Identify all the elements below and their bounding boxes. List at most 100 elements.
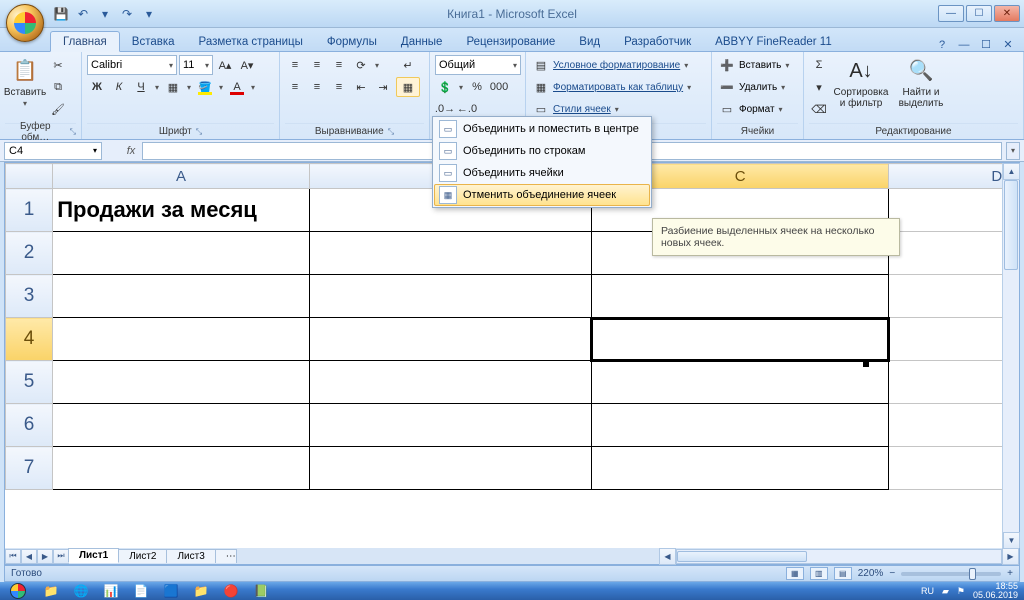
tray-flag-icon[interactable]: ▰	[942, 586, 949, 597]
taskbar-explorer-icon[interactable]: 📁	[36, 582, 66, 600]
name-box[interactable]: C4▾	[4, 142, 102, 160]
cell-c7[interactable]	[591, 447, 889, 490]
row-header-5[interactable]: 5	[6, 361, 53, 404]
sheet-nav-next-icon[interactable]: ▶	[37, 549, 53, 564]
scroll-thumb-v[interactable]	[1004, 180, 1018, 270]
row-header-7[interactable]: 7	[6, 447, 53, 490]
orientation-icon[interactable]: ⟳	[351, 55, 371, 75]
zoom-slider[interactable]	[901, 572, 1001, 576]
scroll-thumb-h[interactable]	[677, 551, 807, 562]
undo-icon[interactable]: ↶	[74, 5, 92, 23]
align-right-icon[interactable]: ≡	[329, 77, 349, 97]
view-page-break-icon[interactable]: ▤	[834, 567, 852, 580]
currency-icon[interactable]: 💲	[435, 77, 455, 97]
font-color-button[interactable]: A	[227, 77, 247, 97]
tab-view[interactable]: Вид	[567, 32, 612, 51]
grow-font-icon[interactable]: A▴	[215, 55, 235, 75]
number-format-combo[interactable]: Общий▾	[435, 55, 521, 75]
qat-customize-icon[interactable]: ▾	[140, 5, 158, 23]
cell-d2[interactable]	[889, 232, 1002, 275]
sort-filter-button[interactable]: A↓ Сортировка и фильтр	[832, 55, 890, 109]
fill-icon[interactable]: ▾	[809, 77, 829, 97]
cell-b7[interactable]	[309, 447, 591, 490]
borders-dropdown-icon[interactable]: ▾	[185, 83, 193, 92]
cell-c4[interactable]	[591, 318, 889, 361]
sheet-nav-prev-icon[interactable]: ◀	[21, 549, 37, 564]
tab-data[interactable]: Данные	[389, 32, 455, 51]
scroll-left-icon[interactable]: ◀	[659, 548, 676, 565]
fill-handle[interactable]	[863, 361, 869, 367]
vertical-scrollbar[interactable]: ▲ ▼	[1002, 163, 1019, 549]
paste-button[interactable]: 📋 Вставить ▾	[5, 55, 45, 109]
cut-icon[interactable]: ✂	[48, 55, 68, 75]
format-as-table-button[interactable]: ▦Форматировать как таблицу▾	[531, 77, 693, 97]
row-header-2[interactable]: 2	[6, 232, 53, 275]
insert-cells-button[interactable]: ➕Вставить▾	[717, 55, 791, 75]
font-size-combo[interactable]: 11▾	[179, 55, 213, 75]
close-button[interactable]: ✕	[994, 5, 1020, 22]
cell-c6[interactable]	[591, 404, 889, 447]
zoom-thumb[interactable]	[969, 568, 976, 580]
undo-dropdown-icon[interactable]: ▾	[96, 5, 114, 23]
merge-across-item[interactable]: ▭Объединить по строкам	[434, 140, 650, 162]
view-page-layout-icon[interactable]: ▥	[810, 567, 828, 580]
format-painter-icon[interactable]: 🖌	[48, 99, 68, 119]
help-icon[interactable]: ?	[934, 39, 950, 51]
sheet-tab-1[interactable]: Лист1	[68, 548, 119, 563]
scroll-right-icon[interactable]: ▶	[1002, 548, 1019, 565]
format-cells-button[interactable]: ▭Формат▾	[717, 99, 785, 119]
row-header-4[interactable]: 4	[6, 318, 53, 361]
cell-b3[interactable]	[309, 275, 591, 318]
taskbar-excel-icon[interactable]: 📗	[246, 582, 276, 600]
orientation-dropdown-icon[interactable]: ▾	[373, 61, 381, 70]
percent-icon[interactable]: %	[467, 77, 487, 97]
cell-a6[interactable]	[53, 404, 310, 447]
cell-b5[interactable]	[309, 361, 591, 404]
cell-a2[interactable]	[53, 232, 310, 275]
cell-d6[interactable]	[889, 404, 1002, 447]
comma-icon[interactable]: 000	[489, 77, 509, 97]
cell-a4[interactable]	[53, 318, 310, 361]
cell-d7[interactable]	[889, 447, 1002, 490]
save-icon[interactable]: 💾	[52, 5, 70, 23]
view-normal-icon[interactable]: ▦	[786, 567, 804, 580]
find-select-button[interactable]: 🔍 Найти и выделить	[893, 55, 949, 109]
fill-dropdown-icon[interactable]: ▾	[217, 83, 225, 92]
cell-a7[interactable]	[53, 447, 310, 490]
maximize-button[interactable]: ☐	[966, 5, 992, 22]
align-top-icon[interactable]: ≡	[285, 55, 305, 75]
copy-icon[interactable]: ⧉	[48, 77, 68, 97]
tab-developer[interactable]: Разработчик	[612, 32, 703, 51]
conditional-formatting-button[interactable]: ▤Условное форматирование▾	[531, 55, 690, 75]
cell-c3[interactable]	[591, 275, 889, 318]
redo-icon[interactable]: ↷	[118, 5, 136, 23]
cell-d3[interactable]	[889, 275, 1002, 318]
cell-b6[interactable]	[309, 404, 591, 447]
italic-button[interactable]: К	[109, 77, 129, 97]
horizontal-scrollbar[interactable]: ◀ ▶	[659, 548, 1019, 565]
tab-home[interactable]: Главная	[50, 31, 120, 52]
font-name-combo[interactable]: Calibri▾	[87, 55, 177, 75]
taskbar-opera-icon[interactable]: 🔴	[216, 582, 246, 600]
align-middle-icon[interactable]: ≡	[307, 55, 327, 75]
cell-a3[interactable]	[53, 275, 310, 318]
alignment-launcher-icon[interactable]: ⤡	[388, 127, 394, 137]
sheet-nav-last-icon[interactable]: ⏭	[53, 549, 69, 564]
align-left-icon[interactable]: ≡	[285, 77, 305, 97]
ribbon-minimize-icon[interactable]: —	[956, 39, 972, 51]
tab-abbyy[interactable]: ABBYY FineReader 11	[703, 32, 844, 51]
zoom-level[interactable]: 220%	[858, 568, 884, 579]
sheet-tab-2[interactable]: Лист2	[118, 549, 167, 563]
taskbar-word-icon[interactable]: 📄	[126, 582, 156, 600]
delete-cells-button[interactable]: ➖Удалить▾	[717, 77, 787, 97]
tab-insert[interactable]: Вставка	[120, 32, 187, 51]
zoom-out-icon[interactable]: −	[889, 568, 895, 579]
currency-dropdown-icon[interactable]: ▾	[457, 83, 465, 92]
indent-increase-icon[interactable]: ⇥	[373, 77, 393, 97]
cell-c5[interactable]	[591, 361, 889, 404]
taskbar-folder-icon[interactable]: 📁	[186, 582, 216, 600]
tab-review[interactable]: Рецензирование	[454, 32, 567, 51]
merge-cells-item[interactable]: ▭Объединить ячейки	[434, 162, 650, 184]
start-button[interactable]	[0, 582, 36, 600]
scroll-down-icon[interactable]: ▼	[1003, 532, 1020, 549]
